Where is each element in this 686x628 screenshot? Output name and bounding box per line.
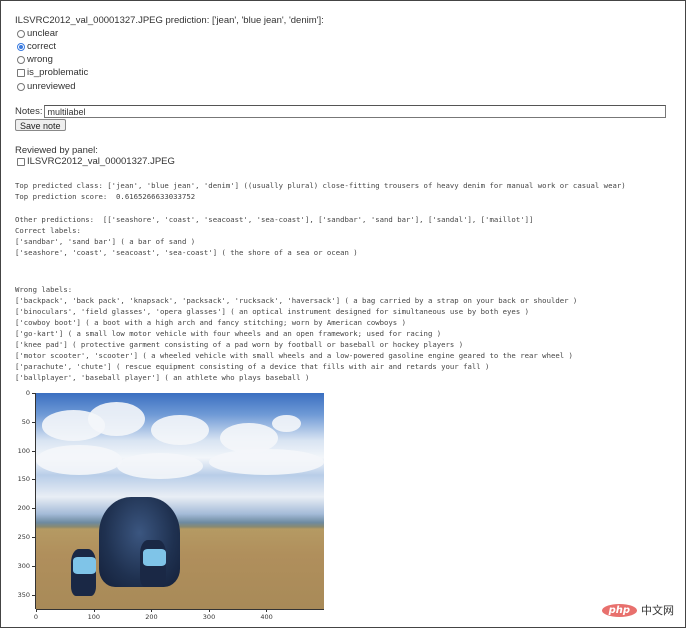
y-tick-label: 0 <box>25 389 30 397</box>
option-label: is_problematic <box>27 67 89 78</box>
cloud-shape <box>208 449 324 476</box>
image-plot: 0 100 200 300 400 0 50 100 150 200 250 300 350 <box>10 389 330 625</box>
wrong-label-item: ['cowboy boot'] ( a boot with a high arc… <box>15 318 406 327</box>
x-tick-mark <box>36 609 37 612</box>
x-tick-mark <box>151 609 153 612</box>
wrong-label-item: ['knee pad'] ( protective garment consis… <box>15 340 464 349</box>
option-label: unreviewed <box>27 81 76 92</box>
wrong-label-item: ['binoculars', 'field glasses', 'opera g… <box>15 307 529 316</box>
top-prediction-score: Top prediction score: 0.6165266633033752 <box>15 192 196 201</box>
radio-button[interactable] <box>17 29 25 38</box>
radio-button[interactable] <box>17 55 25 64</box>
y-tick-mark <box>32 393 35 394</box>
option-label: unclear <box>27 28 59 39</box>
top-predicted-class: Top predicted class: ['jean', 'blue jean… <box>15 181 626 190</box>
jeans-cuff-right <box>142 548 166 566</box>
correct-labels-heading: Correct labels: <box>15 226 81 235</box>
y-tick-label: 150 <box>17 475 30 484</box>
cloud-shape <box>272 414 301 432</box>
wrong-label-item: ['ballplayer', 'baseball player'] ( an a… <box>15 373 310 382</box>
watermark-text: 中文网 <box>641 604 674 617</box>
x-tick-label: 300 <box>202 613 216 621</box>
y-tick-label: 50 <box>21 417 30 426</box>
y-tick-mark <box>32 450 35 452</box>
option-label: correct <box>27 41 57 52</box>
cloud-shape <box>116 453 204 480</box>
y-tick-mark <box>32 508 35 510</box>
radio-button[interactable] <box>17 42 25 51</box>
wrong-labels-heading: Wrong labels: <box>15 285 73 294</box>
y-tick-label: 100 <box>17 446 30 455</box>
save-note-button[interactable]: Save note <box>15 119 66 131</box>
option-wrong[interactable]: wrong <box>17 53 53 66</box>
prediction-title: ILSVRC2012_val_00001327.JPEG prediction:… <box>15 15 324 26</box>
option-is-problematic[interactable]: is_problematic <box>17 66 88 79</box>
wrong-label-item: ['motor scooter', 'scooter'] ( a wheeled… <box>15 351 573 360</box>
y-tick-label: 200 <box>17 504 30 513</box>
y-tick-mark <box>32 479 35 481</box>
notes-label: Notes: <box>15 106 43 117</box>
wrong-label-item: ['parachute', 'chute'] ( rescue equipmen… <box>15 362 490 371</box>
wrong-label-item: ['go-kart'] ( a small low motor vehicle … <box>15 329 442 338</box>
sample-image <box>36 393 324 609</box>
y-tick-mark <box>32 421 35 423</box>
x-tick-label: 200 <box>145 613 158 621</box>
y-tick-mark <box>32 537 35 538</box>
reviewed-checkbox[interactable] <box>17 157 25 166</box>
option-unclear[interactable]: unclear <box>17 27 58 40</box>
other-predictions: Other predictions: [['seashore', 'coast'… <box>15 215 534 224</box>
cloud-shape <box>36 444 123 476</box>
x-tick-mark <box>93 609 95 612</box>
x-axis <box>36 609 324 610</box>
x-tick-label: 400 <box>260 613 273 621</box>
option-unreviewed[interactable]: unreviewed <box>17 80 76 93</box>
checkbox[interactable] <box>17 68 25 77</box>
reviewed-item-label: ILSVRC2012_val_00001327.JPEG <box>27 156 175 167</box>
y-tick-label: 250 <box>17 533 30 541</box>
x-tick-label: 100 <box>87 613 101 621</box>
watermark: php 中文网 <box>601 602 674 618</box>
y-tick-label: 350 <box>17 590 30 599</box>
option-label: wrong <box>27 54 53 65</box>
notes-input[interactable] <box>44 105 667 118</box>
radio-button[interactable] <box>17 82 25 91</box>
cloud-shape <box>87 401 146 437</box>
reviewed-by-panel-item[interactable]: ILSVRC2012_val_00001327.JPEG <box>17 155 175 168</box>
x-tick-label: 0 <box>33 613 39 621</box>
y-tick-label: 300 <box>17 561 30 570</box>
x-tick-mark <box>208 609 210 612</box>
cloud-shape <box>151 414 209 445</box>
jeans-cuff-left <box>73 557 97 575</box>
correct-label-item: ['sandbar', 'sand bar'] ( a bar of sand … <box>15 237 196 246</box>
notes-row: Notes: <box>15 105 667 118</box>
wrong-label-item: ['backpack', 'back pack', 'knapsack', 'p… <box>15 296 578 305</box>
option-correct[interactable]: correct <box>17 40 56 53</box>
y-axis <box>35 393 36 609</box>
y-tick-mark <box>32 565 35 567</box>
y-tick-mark <box>32 594 35 596</box>
watermark-badge: php <box>601 603 637 617</box>
x-tick-mark <box>266 609 268 612</box>
correct-label-item: ['seashore', 'coast', 'seacoast', 'sea-c… <box>15 248 358 257</box>
